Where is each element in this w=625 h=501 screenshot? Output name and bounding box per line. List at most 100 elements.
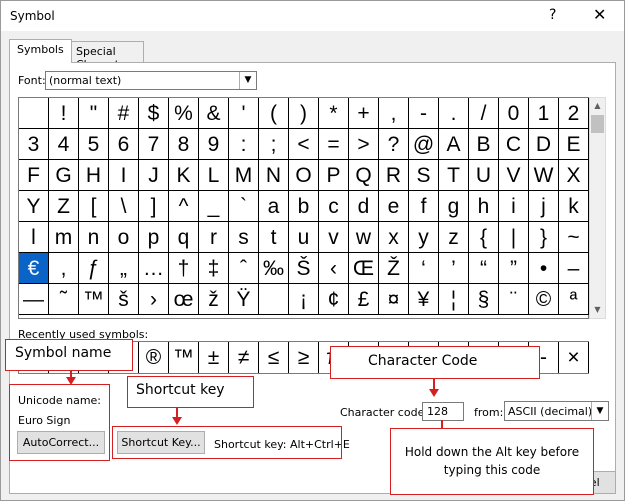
symbol-cell[interactable]: $	[139, 98, 169, 129]
symbol-cell[interactable]: }	[529, 222, 559, 253]
symbol-cell[interactable]: |	[499, 222, 529, 253]
symbol-cell[interactable]: ]	[139, 191, 169, 222]
symbol-cell[interactable]: š	[109, 284, 139, 315]
symbol-cell[interactable]: l	[19, 222, 49, 253]
symbol-cell[interactable]: a	[259, 191, 289, 222]
symbol-cell[interactable]: „	[109, 253, 139, 284]
symbol-cell[interactable]: ›	[139, 284, 169, 315]
symbol-cell[interactable]: (	[259, 98, 289, 129]
symbol-cell[interactable]: P	[319, 160, 349, 191]
symbol-cell[interactable]: ˜	[49, 284, 79, 315]
symbol-cell[interactable]: †	[169, 253, 199, 284]
symbol-cell[interactable]: Y	[19, 191, 49, 222]
symbol-cell[interactable]: ,	[379, 98, 409, 129]
symbol-cell[interactable]: ¦	[439, 284, 469, 315]
symbol-cell[interactable]: J	[139, 160, 169, 191]
symbol-cell[interactable]	[259, 284, 289, 315]
symbol-cell[interactable]: •	[529, 253, 559, 284]
symbol-cell[interactable]: G	[49, 160, 79, 191]
symbol-cell[interactable]: 3	[19, 129, 49, 160]
symbol-cell[interactable]	[19, 98, 49, 129]
symbol-cell[interactable]: ¡	[289, 284, 319, 315]
symbol-cell[interactable]: '	[229, 98, 259, 129]
symbol-cell[interactable]: Œ	[349, 253, 379, 284]
tab-symbols[interactable]: Symbols	[9, 39, 72, 63]
symbol-cell[interactable]: =	[319, 129, 349, 160]
symbol-cell[interactable]: *	[319, 98, 349, 129]
symbol-cell[interactable]: _	[199, 191, 229, 222]
recent-symbol-cell[interactable]: ±	[199, 342, 229, 373]
symbol-cell[interactable]: ‹	[319, 253, 349, 284]
grid-scrollbar[interactable]: ▲ ▼	[589, 97, 606, 319]
symbol-cell[interactable]: §	[469, 284, 499, 315]
symbol-cell[interactable]: u	[289, 222, 319, 253]
symbol-cell[interactable]: ¢	[319, 284, 349, 315]
symbol-cell[interactable]: ƒ	[79, 253, 109, 284]
recent-symbol-cell[interactable]: ≤	[259, 342, 289, 373]
symbol-cell[interactable]: —	[19, 284, 49, 315]
symbol-cell[interactable]: I	[109, 160, 139, 191]
symbol-cell[interactable]: .	[439, 98, 469, 129]
symbol-cell[interactable]: Z	[49, 191, 79, 222]
symbol-cell[interactable]: R	[379, 160, 409, 191]
symbol-cell[interactable]: T	[439, 160, 469, 191]
chevron-down-icon[interactable]: ▼	[239, 72, 256, 89]
symbol-cell[interactable]: C	[499, 129, 529, 160]
symbol-cell[interactable]: ¥	[409, 284, 439, 315]
scroll-down-icon[interactable]: ▼	[590, 302, 605, 318]
symbol-cell[interactable]: h	[469, 191, 499, 222]
symbol-cell[interactable]: D	[529, 129, 559, 160]
symbol-cell[interactable]: 2	[559, 98, 589, 129]
symbol-cell[interactable]: ¤	[379, 284, 409, 315]
symbol-cell[interactable]: @	[409, 129, 439, 160]
help-button[interactable]: ?	[549, 7, 556, 23]
symbol-cell[interactable]: M	[229, 160, 259, 191]
symbol-cell[interactable]: ,	[49, 253, 79, 284]
symbol-cell[interactable]: p	[139, 222, 169, 253]
character-code-input[interactable]: 128	[422, 402, 464, 421]
recent-symbol-cell[interactable]: ≥	[289, 342, 319, 373]
symbol-cell[interactable]: c	[319, 191, 349, 222]
symbol-cell[interactable]: o	[109, 222, 139, 253]
symbol-cell[interactable]: "	[79, 98, 109, 129]
symbol-cell[interactable]: L	[199, 160, 229, 191]
symbol-cell[interactable]: 1	[529, 98, 559, 129]
symbol-cell[interactable]: m	[49, 222, 79, 253]
symbol-cell[interactable]: S	[409, 160, 439, 191]
symbol-cell[interactable]: -	[409, 98, 439, 129]
symbol-cell[interactable]: n	[79, 222, 109, 253]
symbol-cell[interactable]: …	[139, 253, 169, 284]
symbol-cell[interactable]: N	[259, 160, 289, 191]
symbol-cell[interactable]: F	[19, 160, 49, 191]
symbol-cell[interactable]: 4	[49, 129, 79, 160]
symbol-cell[interactable]: ª	[559, 284, 589, 315]
symbol-cell[interactable]: ”	[499, 253, 529, 284]
symbol-cell[interactable]: W	[529, 160, 559, 191]
symbol-cell[interactable]: w	[349, 222, 379, 253]
symbol-cell[interactable]: ™	[79, 284, 109, 315]
scroll-up-icon[interactable]: ▲	[590, 98, 605, 114]
symbol-cell[interactable]: >	[349, 129, 379, 160]
symbol-cell[interactable]: 9	[199, 129, 229, 160]
symbol-cell[interactable]: ’	[439, 253, 469, 284]
symbol-cell[interactable]: d	[349, 191, 379, 222]
symbol-cell[interactable]: “	[469, 253, 499, 284]
symbol-cell[interactable]: X	[559, 160, 589, 191]
symbol-cell[interactable]: H	[79, 160, 109, 191]
symbol-cell[interactable]: 5	[79, 129, 109, 160]
symbol-cell[interactable]: x	[379, 222, 409, 253]
symbol-cell[interactable]: ¨	[499, 284, 529, 315]
from-select[interactable]: ASCII (decimal) ▼	[504, 401, 609, 421]
symbol-cell[interactable]: ©	[529, 284, 559, 315]
symbol-cell[interactable]: ‰	[259, 253, 289, 284]
symbol-cell[interactable]: &	[199, 98, 229, 129]
symbol-cell[interactable]: q	[169, 222, 199, 253]
symbol-cell[interactable]: g	[439, 191, 469, 222]
symbol-cell[interactable]: i	[499, 191, 529, 222]
symbol-cell[interactable]: Ž	[379, 253, 409, 284]
symbol-cell[interactable]: ˆ	[229, 253, 259, 284]
symbol-cell[interactable]: £	[349, 284, 379, 315]
symbol-cell[interactable]: B	[469, 129, 499, 160]
symbol-cell[interactable]: K	[169, 160, 199, 191]
symbol-cell[interactable]: V	[499, 160, 529, 191]
